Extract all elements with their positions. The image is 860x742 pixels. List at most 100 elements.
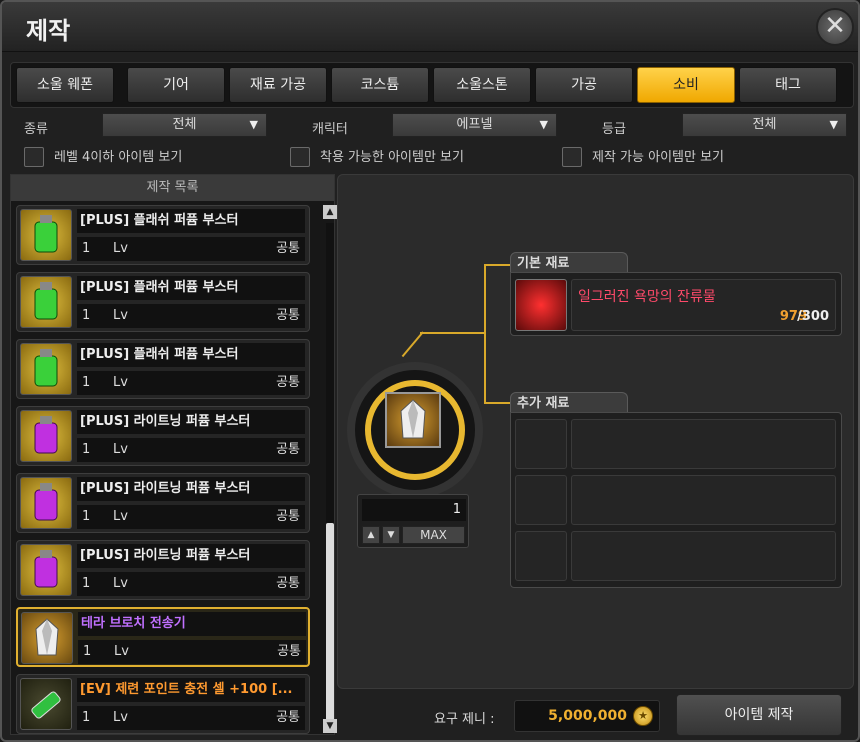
craft-list-header: 제작 목록: [11, 175, 334, 201]
item-name: 테라 브로치 전송기: [78, 612, 306, 636]
craft-item-button[interactable]: 아이템 제작: [676, 694, 842, 736]
quantity-down-button[interactable]: ▼: [382, 526, 400, 544]
item-class: 공통: [276, 576, 300, 591]
tab-consumable[interactable]: 소비: [637, 67, 735, 103]
list-item[interactable]: [PLUS] 라이트닝 퍼퓸 부스터 1 Lv 공통: [16, 473, 310, 533]
list-item[interactable]: [PLUS] 라이트닝 퍼퓸 부스터 1 Lv 공통: [16, 406, 310, 466]
tab-gear[interactable]: 기어: [127, 67, 225, 103]
checkbox-box[interactable]: [24, 147, 44, 167]
grade-filter-value: 전체: [752, 117, 777, 132]
craft-list-panel: 제작 목록 [PLUS] 플래쉬 퍼퓸 부스터 1 Lv 공통 [PLUS] 플래쉬…: [10, 174, 337, 735]
checkbox-label: 착용 가능한 아이템만 보기: [320, 150, 464, 165]
checkbox-label: 레벨 4이하 아이템 보기: [54, 150, 183, 165]
scroll-down-button[interactable]: ▼: [323, 719, 337, 733]
list-item[interactable]: [PLUS] 플래쉬 퍼퓸 부스터 1 Lv 공통: [16, 205, 310, 265]
max-button[interactable]: MAX: [402, 526, 465, 544]
item-class: 공통: [276, 375, 300, 390]
list-item[interactable]: [EV] 제련 포인트 충전 셀 +100 [... 1 Lv 공통: [16, 674, 310, 734]
chevron-down-icon: ▼: [249, 118, 258, 131]
character-filter-select[interactable]: 에프넬 ▼: [392, 113, 557, 137]
chevron-down-icon: ▼: [829, 118, 838, 131]
required-zeni-box: 5,000,000 ★: [514, 700, 660, 732]
item-class: 공통: [276, 442, 300, 457]
arrow-up-icon: ▲: [367, 530, 375, 540]
chevron-down-icon: ▼: [539, 118, 548, 131]
green-perfume-icon: [20, 343, 72, 395]
tab-soul-weapon[interactable]: 소울 웨폰: [16, 67, 114, 103]
scroll-thumb[interactable]: [326, 523, 334, 723]
checkbox-equippable-only[interactable]: 착용 가능한 아이템만 보기: [290, 147, 530, 169]
zeni-coin-icon: ★: [633, 706, 653, 726]
grade-filter-select[interactable]: 전체 ▼: [682, 113, 847, 137]
tab-processing[interactable]: 가공: [535, 67, 633, 103]
item-level-row: 1 Lv 공통: [77, 304, 305, 328]
item-name: [PLUS] 플래쉬 퍼퓸 부스터: [77, 209, 305, 233]
item-level-row: 1 Lv 공통: [77, 572, 305, 596]
item-lv: Lv: [113, 509, 128, 524]
item-class: 공통: [276, 241, 300, 256]
checkbox-level-filter[interactable]: 레벨 4이하 아이템 보기: [24, 147, 264, 169]
item-count: 1: [82, 442, 91, 457]
category-tabs: 소울 웨폰 기어 재료 가공 코스튬 소울스톤 가공 소비 태그: [10, 62, 854, 108]
extra-material-label: 추가 재료: [510, 392, 628, 414]
item-lv: Lv: [113, 308, 128, 323]
title-bar[interactable]: 제작 ✕: [2, 2, 858, 52]
green-perfume-icon: [20, 276, 72, 328]
item-name: [PLUS] 플래쉬 퍼퓸 부스터: [77, 343, 305, 367]
list-item[interactable]: [PLUS] 플래쉬 퍼퓸 부스터 1 Lv 공통: [16, 339, 310, 399]
item-level-row: 1 Lv 공통: [77, 438, 305, 462]
checkbox-label: 제작 가능 아이템만 보기: [592, 150, 724, 165]
quantity-up-button[interactable]: ▲: [362, 526, 380, 544]
base-material-name: 일그러진 욕망의 잔류물: [578, 289, 716, 305]
list-item[interactable]: [PLUS] 라이트닝 퍼퓸 부스터 1 Lv 공통: [16, 540, 310, 600]
arrow-up-icon: ▲: [326, 207, 334, 217]
checkbox-craftable-only[interactable]: 제작 가능 아이템만 보기: [562, 147, 802, 169]
base-material-label: 기본 재료: [510, 252, 628, 274]
item-class: 공통: [277, 644, 301, 659]
item-count: 1: [83, 644, 92, 659]
type-filter-select[interactable]: 전체 ▼: [102, 113, 267, 137]
base-material-info: 일그러진 욕망의 잔류물 979 /300: [571, 279, 836, 331]
crystal-icon[interactable]: [385, 392, 441, 448]
tab-tag[interactable]: 태그: [739, 67, 837, 103]
list-scrollbar[interactable]: ▲ ▼: [323, 203, 337, 733]
tab-costume[interactable]: 코스튬: [331, 67, 429, 103]
list-item-selected[interactable]: 테라 브로치 전송기 1 Lv 공통: [16, 607, 310, 667]
list-item[interactable]: [PLUS] 플래쉬 퍼퓸 부스터 1 Lv 공통: [16, 272, 310, 332]
item-count: 1: [82, 308, 91, 323]
tab-material-processing[interactable]: 재료 가공: [229, 67, 327, 103]
close-button[interactable]: ✕: [816, 8, 854, 46]
grade-filter-label: 등급: [602, 122, 626, 137]
item-level-row: 1 Lv 공통: [78, 640, 306, 664]
item-lv: Lv: [113, 442, 128, 457]
window-title: 제작: [26, 17, 71, 45]
base-material-box: 일그러진 욕망의 잔류물 979 /300: [510, 272, 842, 336]
item-count: 1: [82, 576, 91, 591]
craft-window: 제작 ✕ 소울 웨폰 기어 재료 가공 코스튬 소울스톤 가공 소비 태그 종류…: [0, 0, 860, 742]
item-level-row: 1 Lv 공통: [77, 237, 305, 261]
connector-line: [484, 264, 486, 404]
quantity-input[interactable]: 1: [362, 499, 466, 521]
item-class: 공통: [276, 509, 300, 524]
purple-perfume-icon: [20, 477, 72, 529]
crystal-icon: [21, 612, 73, 664]
checkbox-box[interactable]: [562, 147, 582, 167]
close-icon: ✕: [824, 11, 846, 41]
quantity-stepper: 1 ▲ ▼ MAX: [357, 494, 469, 548]
extra-material-info: [571, 419, 836, 469]
extra-material-slot[interactable]: [515, 475, 567, 525]
green-perfume-icon: [20, 209, 72, 261]
item-lv: Lv: [113, 241, 128, 256]
item-count: 1: [82, 509, 91, 524]
character-filter-label: 캐릭터: [312, 122, 348, 137]
scroll-up-button[interactable]: ▲: [323, 205, 337, 219]
item-count: 1: [82, 241, 91, 256]
residue-icon[interactable]: [515, 279, 567, 331]
extra-material-slot[interactable]: [515, 419, 567, 469]
required-zeni-label: 요구 제니 :: [434, 712, 495, 727]
checkbox-box[interactable]: [290, 147, 310, 167]
item-level-row: 1 Lv 공통: [77, 371, 305, 395]
tab-soulstone[interactable]: 소울스톤: [433, 67, 531, 103]
extra-material-slot[interactable]: [515, 531, 567, 581]
arrow-down-icon: ▼: [387, 530, 395, 540]
